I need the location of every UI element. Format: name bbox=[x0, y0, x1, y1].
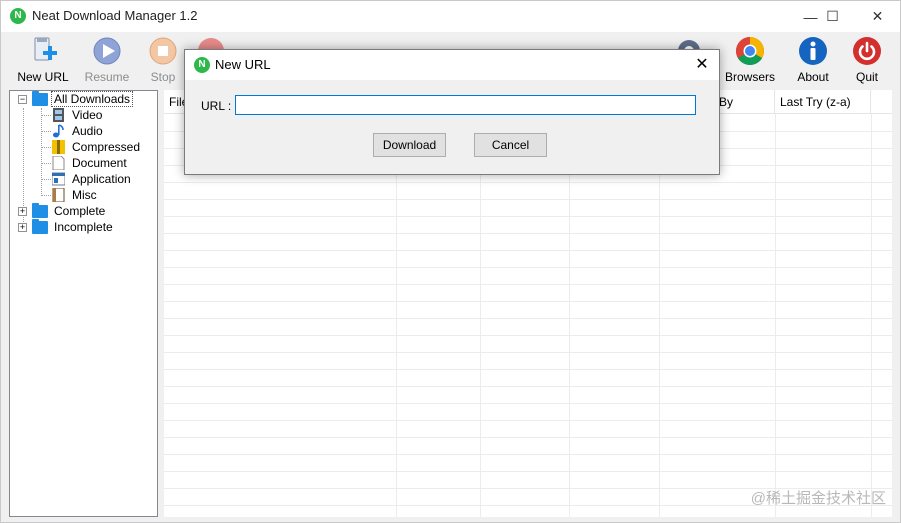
browsers-button[interactable]: Browsers bbox=[720, 36, 780, 88]
tree-item-video[interactable]: Video bbox=[52, 107, 104, 123]
app-logo-icon: N bbox=[10, 8, 26, 24]
browsers-label: Browsers bbox=[724, 70, 775, 84]
grid-line bbox=[164, 471, 892, 472]
expand-complete-toggle[interactable]: + bbox=[18, 207, 27, 216]
tree-item-label: Audio bbox=[72, 124, 103, 138]
maximize-button[interactable]: ☐ bbox=[810, 1, 855, 32]
grid-line bbox=[164, 454, 892, 455]
tree-item-label: Video bbox=[72, 108, 103, 122]
tree-item-all-downloads[interactable]: All Downloads bbox=[32, 90, 134, 107]
stop-icon bbox=[148, 36, 178, 66]
tree-item-label: Compressed bbox=[72, 140, 141, 154]
play-icon bbox=[92, 36, 122, 66]
tree-item-label: Incomplete bbox=[54, 220, 113, 234]
tree-item-compressed[interactable]: Compressed bbox=[52, 139, 142, 155]
cancel-button[interactable]: Cancel bbox=[474, 133, 547, 157]
grid-line bbox=[164, 199, 892, 200]
tree-item-label: Document bbox=[72, 156, 127, 170]
archive-icon bbox=[52, 140, 65, 154]
close-window-button[interactable]: ✕ bbox=[855, 1, 900, 32]
tree-item-label: All Downloads bbox=[50, 91, 134, 107]
grid-line bbox=[164, 386, 892, 387]
tree-item-application[interactable]: Application bbox=[51, 171, 133, 187]
url-input[interactable] bbox=[235, 95, 696, 115]
new-url-dialog: N New URL ✕ URL : Download Cancel bbox=[184, 49, 720, 175]
url-label: URL : bbox=[201, 99, 232, 113]
tree-item-label: Complete bbox=[54, 204, 106, 218]
grid-line bbox=[164, 369, 892, 370]
misc-file-icon bbox=[52, 187, 65, 203]
dialog-title-bar: N New URL ✕ bbox=[185, 50, 719, 80]
grid-line bbox=[164, 284, 892, 285]
tree-item-misc[interactable]: Misc bbox=[52, 187, 99, 203]
category-tree[interactable]: − All Downloads Video Audio Compressed D… bbox=[9, 90, 158, 517]
film-icon bbox=[52, 108, 65, 122]
main-window: N Neat Download Manager 1.2 — ☐ ✕ New UR… bbox=[0, 0, 901, 523]
quit-label: Quit bbox=[855, 70, 878, 84]
new-url-icon bbox=[28, 36, 58, 66]
grid-line bbox=[164, 250, 892, 251]
tree-item-complete[interactable]: Complete bbox=[32, 202, 107, 219]
expand-incomplete-toggle[interactable]: + bbox=[18, 223, 27, 232]
grid-line bbox=[164, 352, 892, 353]
info-icon bbox=[798, 36, 828, 66]
power-icon bbox=[852, 36, 882, 66]
dialog-close-button[interactable]: ✕ bbox=[693, 56, 711, 74]
document-icon bbox=[52, 155, 65, 171]
about-label: About bbox=[797, 70, 829, 84]
quit-button[interactable]: Quit bbox=[837, 36, 897, 88]
grid-line bbox=[164, 267, 892, 268]
tree-item-document[interactable]: Document bbox=[52, 155, 129, 171]
chrome-icon bbox=[735, 36, 765, 66]
grid-line bbox=[164, 301, 892, 302]
watermark: @稀土掘金技术社区 bbox=[750, 490, 886, 507]
folder-icon bbox=[32, 90, 48, 106]
grid-line bbox=[164, 216, 892, 217]
close-icon: ✕ bbox=[871, 8, 884, 24]
grid-line bbox=[164, 233, 892, 234]
app-logo-icon: N bbox=[194, 57, 210, 73]
title-bar: N Neat Download Manager 1.2 — ☐ ✕ bbox=[1, 1, 900, 32]
about-button[interactable]: About bbox=[783, 36, 843, 88]
grid-line bbox=[164, 335, 892, 336]
folder-icon bbox=[32, 218, 48, 234]
close-icon: ✕ bbox=[695, 56, 709, 73]
maximize-icon: ☐ bbox=[826, 8, 839, 24]
tree-item-label: Misc bbox=[72, 188, 97, 202]
tree-item-audio[interactable]: Audio bbox=[52, 123, 105, 139]
tree-item-incomplete[interactable]: Incomplete bbox=[32, 218, 115, 235]
grid-line bbox=[164, 182, 892, 183]
grid-line bbox=[164, 437, 892, 438]
new-url-label: New URL bbox=[17, 70, 69, 84]
collapse-all-downloads-toggle[interactable]: − bbox=[18, 95, 27, 104]
new-url-button[interactable]: New URL bbox=[13, 36, 73, 88]
grid-line bbox=[164, 403, 892, 404]
grid-line bbox=[164, 318, 892, 319]
download-button[interactable]: Download bbox=[373, 133, 446, 157]
column-header-last-try[interactable]: Last Try (z-a) bbox=[775, 90, 871, 114]
grid-line bbox=[164, 420, 892, 421]
music-note-icon bbox=[52, 124, 65, 138]
window-title: Neat Download Manager 1.2 bbox=[32, 8, 198, 23]
dialog-title: New URL bbox=[215, 57, 271, 72]
resume-button[interactable]: Resume bbox=[77, 36, 137, 88]
application-icon bbox=[51, 172, 66, 186]
resume-label: Resume bbox=[84, 70, 130, 84]
tree-item-label: Application bbox=[72, 172, 131, 186]
folder-icon bbox=[32, 202, 48, 218]
